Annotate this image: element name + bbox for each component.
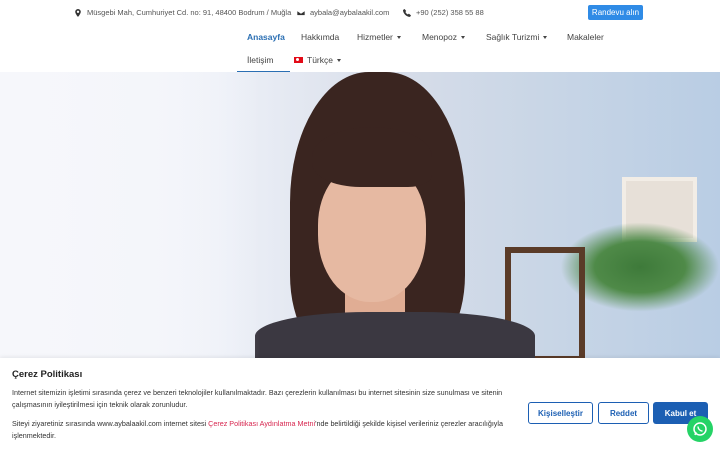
location-pin-icon (75, 8, 81, 17)
hero-fade-overlay (0, 72, 260, 360)
nav-item-label: Hakkımda (301, 32, 340, 42)
email-text[interactable]: aybala@aybalaakil.com (310, 8, 389, 17)
nav-item-hakkimda[interactable]: Hakkımda (301, 32, 339, 42)
cookie-text-line: Internet sitemizin işletimi sırasında çe… (12, 388, 503, 397)
nav-item-makaleler[interactable]: Makaleler (567, 32, 604, 42)
cookie-text-prefix: Siteyi ziyaretiniz sırasında www.aybalaa… (12, 419, 209, 428)
whatsapp-glyph-icon (693, 422, 707, 436)
nav-item-label: Anasayfa (247, 32, 285, 42)
language-label: Türkçe (307, 55, 333, 65)
reject-button[interactable]: Reddet (598, 402, 649, 424)
nav-item-label: Menopoz (422, 32, 457, 42)
portrait-jacket (255, 312, 535, 360)
phone-item[interactable]: +90 (252) 358 55 88 (403, 8, 484, 17)
portrait-bangs (312, 127, 432, 187)
envelope-icon (297, 9, 305, 16)
chevron-down-icon (460, 35, 465, 39)
nav-item-menopoz[interactable]: Menopoz (422, 32, 465, 42)
whatsapp-icon[interactable] (687, 416, 713, 442)
nav-item-iletisim[interactable]: İletişim (247, 55, 273, 65)
cookie-text-line: işlenmektedir. (12, 431, 56, 440)
chevron-down-icon (543, 35, 548, 39)
cookie-policy-link[interactable]: Çerez Politikası Aydınlatma Metni (208, 419, 315, 428)
nav-item-label: Hizmetler (357, 32, 393, 42)
nav-item-saglik-turizmi[interactable]: Sağlık Turizmi (486, 32, 548, 42)
cookie-title: Çerez Politikası (12, 369, 83, 380)
cookie-text-suffix: 'nde belirtildiği şekilde kişisel verile… (315, 419, 503, 428)
chevron-down-icon (336, 58, 341, 62)
cookie-text-line: çalışmasının iyileştirilmesi için teknik… (12, 400, 188, 409)
address-item: Müsgebi Mah, Cumhuriyet Cd. no: 91, 4840… (74, 8, 291, 17)
cookie-text-paragraph: Siteyi ziyaretiniz sırasında www.aybalaa… (12, 418, 512, 430)
appointment-button[interactable]: Randevu alın (588, 5, 643, 20)
main-nav: Anasayfa Hakkımda Hizmetler Menopoz Sağl… (0, 26, 720, 73)
language-selector[interactable]: Türkçe (294, 55, 341, 65)
nav-item-anasayfa[interactable]: Anasayfa (247, 32, 285, 42)
phone-icon (403, 8, 411, 17)
cookie-banner: Çerez Politikası Internet sitemizin işle… (0, 358, 720, 450)
hero-image (0, 72, 720, 360)
phone-text[interactable]: +90 (252) 358 55 88 (416, 8, 484, 17)
turkey-flag-icon (294, 57, 303, 63)
nav-item-label: Sağlık Turizmi (486, 32, 540, 42)
address-text: Müsgebi Mah, Cumhuriyet Cd. no: 91, 4840… (87, 8, 292, 17)
nav-item-label: İletişim (247, 55, 274, 65)
nav-item-label: Makaleler (567, 32, 604, 42)
nav-item-hizmetler[interactable]: Hizmetler (357, 32, 401, 42)
customize-button[interactable]: Kişiselleştir (528, 402, 593, 424)
chevron-down-icon (396, 35, 401, 39)
email-item[interactable]: aybala@aybalaakil.com (297, 8, 389, 17)
top-contact-bar: Müsgebi Mah, Cumhuriyet Cd. no: 91, 4840… (0, 0, 720, 26)
